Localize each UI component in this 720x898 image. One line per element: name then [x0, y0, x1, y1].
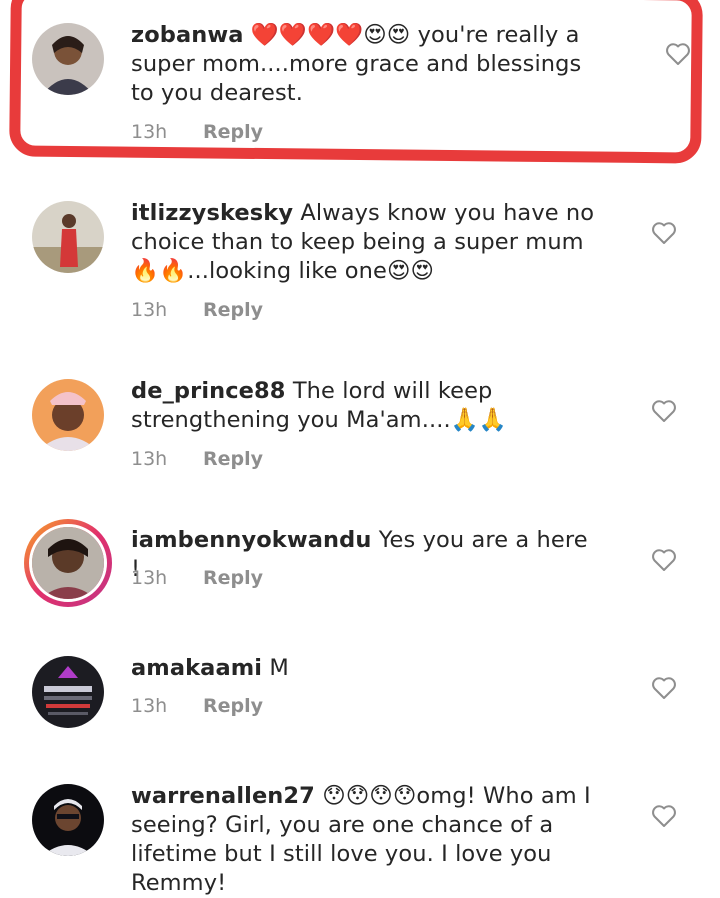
comment-text: de_prince88 The lord will keep strengthe…	[131, 377, 601, 435]
reply-button[interactable]: Reply	[203, 567, 263, 589]
avatar[interactable]	[32, 201, 104, 273]
avatar[interactable]	[32, 784, 104, 856]
avatar[interactable]	[24, 519, 112, 607]
heart-outline-icon[interactable]	[651, 548, 677, 572]
reply-button[interactable]: Reply	[203, 695, 263, 717]
comment-meta: 13h Reply	[131, 567, 263, 589]
comment-text: warrenallen27 😯😯😯😯omg! Who am I seeing? …	[131, 782, 601, 898]
comment-meta: 13h Reply	[131, 695, 263, 717]
heart-outline-icon[interactable]	[651, 804, 677, 828]
avatar[interactable]	[32, 379, 104, 451]
comment-text: itlizzyskesky Always know you have no ch…	[131, 199, 601, 286]
reply-button[interactable]: Reply	[203, 448, 263, 470]
reply-button[interactable]: Reply	[203, 299, 263, 321]
heart-outline-icon[interactable]	[651, 221, 677, 245]
avatar[interactable]	[32, 656, 104, 728]
comment-username[interactable]: itlizzyskesky	[131, 200, 293, 226]
comment-time: 13h	[131, 448, 168, 470]
comment-username[interactable]: amakaami	[131, 655, 262, 681]
comment-username[interactable]: de_prince88	[131, 378, 286, 404]
comment-time: 13h	[131, 695, 168, 717]
comment-body: M	[262, 655, 289, 681]
comment-username[interactable]: iambennyokwandu	[131, 527, 371, 553]
comment-meta: 13h Reply	[131, 448, 263, 470]
comment-text: amakaami M	[131, 654, 601, 683]
comment-meta: 13h Reply	[131, 299, 263, 321]
red-highlight-outline	[9, 0, 703, 164]
comment-username[interactable]: warrenallen27	[131, 783, 315, 809]
comment-time: 13h	[131, 567, 168, 589]
heart-outline-icon[interactable]	[651, 399, 677, 423]
heart-outline-icon[interactable]	[651, 676, 677, 700]
comment-time: 13h	[131, 299, 168, 321]
